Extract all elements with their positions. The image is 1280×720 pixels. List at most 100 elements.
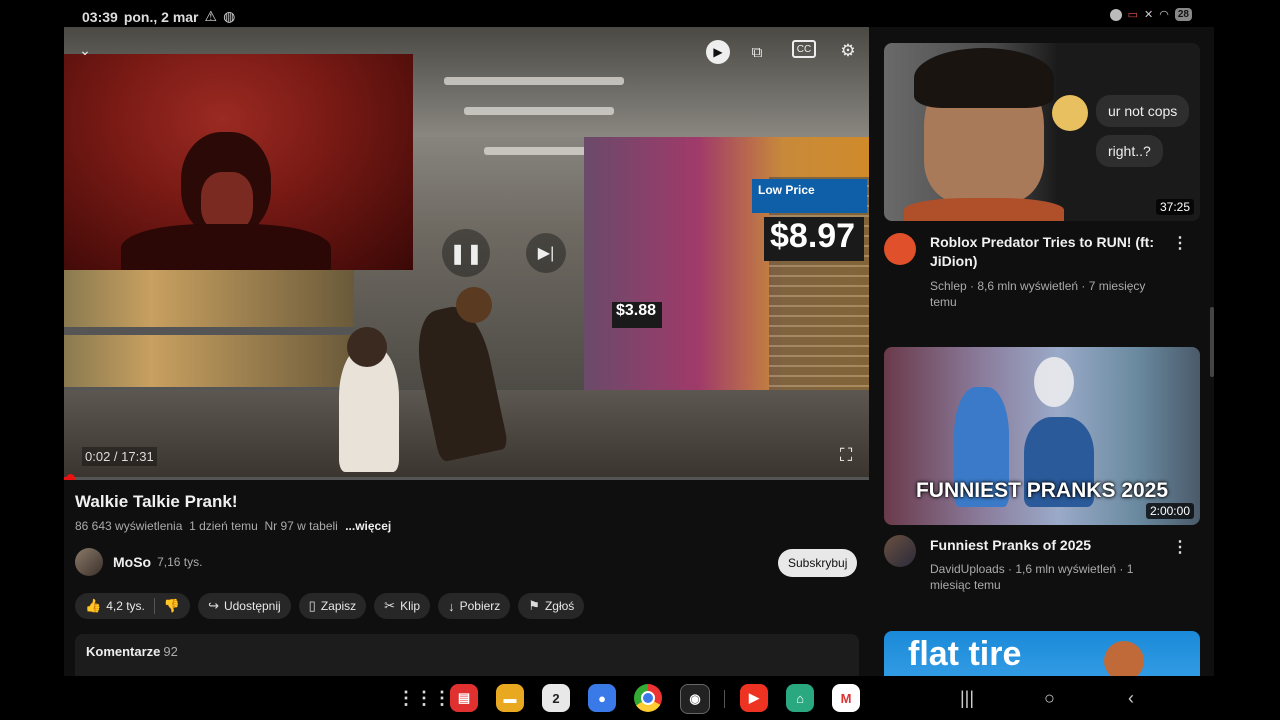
- thumb-shirt: [904, 198, 1064, 221]
- recommendation-card[interactable]: flat tire: [884, 631, 1200, 676]
- video-title: Walkie Talkie Prank!: [75, 492, 238, 511]
- channel-row[interactable]: MoSo 7,16 tys.: [75, 548, 202, 576]
- recommendation-card[interactable]: FUNNIEST PRANKS 2025 2:00:00 Funniest Pr…: [884, 347, 1200, 607]
- video-thumbnail[interactable]: flat tire: [884, 631, 1200, 676]
- download-button[interactable]: ↓ Pobierz: [438, 593, 511, 619]
- taskbar-divider: [724, 690, 725, 708]
- recents-icon[interactable]: |||: [960, 688, 974, 709]
- progress-bar[interactable]: [64, 477, 869, 480]
- notification-icon: ◍: [223, 8, 236, 24]
- video-thumbnail[interactable]: FUNNIEST PRANKS 2025 2:00:00: [884, 347, 1200, 525]
- channel-avatar[interactable]: [884, 233, 916, 265]
- share-label: Udostępnij: [223, 599, 281, 613]
- back-icon[interactable]: ‹: [1128, 688, 1134, 709]
- channel-avatar[interactable]: [884, 535, 916, 567]
- video-title[interactable]: Roblox Predator Tries to RUN! (ft: JiDio…: [930, 233, 1160, 271]
- video-meta: DavidUploads · 1,6 mln wyświetleń · 1 mi…: [930, 562, 1134, 592]
- ceiling-light: [444, 77, 624, 85]
- report-label: Zgłoś: [544, 599, 575, 613]
- like-dislike-button[interactable]: 👍 4,2 tys. 👎: [75, 593, 191, 619]
- video-duration: 37:25: [1155, 199, 1194, 215]
- divider: [153, 598, 155, 614]
- shelf-rail: [64, 327, 354, 335]
- thumb-cotton-candy: [1034, 357, 1074, 407]
- home-icon[interactable]: ○: [1044, 688, 1055, 709]
- trending-rank: Nr 97 w tabeli: [264, 519, 338, 533]
- thumbs-down-icon[interactable]: 👎: [164, 598, 180, 614]
- thumbs-up-icon[interactable]: 👍: [85, 598, 101, 614]
- thumb-person: [1104, 641, 1144, 676]
- video-meta: Schlep · 8,6 mln wyświetleń · 7 miesięcy…: [930, 279, 1146, 309]
- chat-bubble: ur not cops: [1096, 95, 1190, 127]
- settings-gear-icon[interactable]: ⚙: [836, 39, 860, 63]
- emoji-avatar-icon: [1052, 95, 1088, 131]
- gmail-app-icon[interactable]: M: [832, 684, 860, 712]
- warning-icon: ⚠: [204, 8, 218, 24]
- view-count: 86 643 wyświetlenia: [75, 519, 183, 533]
- chrome-app-icon[interactable]: [634, 684, 662, 712]
- action-bar: 👍 4,2 tys. 👎 ↪ Udostępnij ▯ Zapisz ✂ Kli…: [75, 593, 585, 619]
- video-meta[interactable]: 86 643 wyświetlenia 1 dzień temu Nr 97 w…: [75, 519, 391, 533]
- wifi-icon: ◠: [1159, 9, 1169, 21]
- report-button[interactable]: ⚑ Zgłoś: [518, 593, 585, 619]
- download-label: Pobierz: [459, 599, 501, 613]
- video-title[interactable]: Funniest Pranks of 2025: [930, 536, 1160, 555]
- recommendation-card[interactable]: ur not cops right..? 37:25 Roblox Predat…: [884, 43, 1200, 333]
- youtube-app: Low Price $8.97 $3.88 ⌄ ▶ ⧉ CC ⚙ ❚❚ ▶| 0…: [64, 27, 1214, 676]
- cam-body: [121, 224, 331, 270]
- save-button[interactable]: ▯ Zapisz: [298, 593, 367, 619]
- person-head: [456, 287, 492, 323]
- status-date: pon., 2 mar: [123, 8, 199, 25]
- clip-button[interactable]: ✂ Klip: [374, 593, 431, 619]
- notes-app-icon[interactable]: ▤: [450, 684, 478, 712]
- more-options-icon[interactable]: ⋮: [1172, 233, 1188, 253]
- price-header: Low Price: [752, 179, 867, 213]
- video-duration: 2:00:00: [1145, 503, 1194, 519]
- more-options-icon[interactable]: ⋮: [1172, 537, 1188, 557]
- calendar-day: 2: [552, 690, 560, 706]
- pause-icon[interactable]: ❚❚: [442, 229, 490, 277]
- cast-status-icon: ▭: [1127, 9, 1139, 21]
- upload-age: 1 dzień temu: [189, 519, 258, 533]
- store-app-icon[interactable]: ⌂: [786, 684, 814, 712]
- share-icon: ↪: [208, 598, 219, 613]
- clip-label: Klip: [400, 599, 421, 613]
- price-tag-large: $8.97: [764, 217, 864, 261]
- captions-icon[interactable]: CC: [792, 40, 816, 58]
- calendar-app-icon[interactable]: 2: [542, 684, 570, 712]
- video-thumbnail[interactable]: ur not cops right..? 37:25: [884, 43, 1200, 221]
- chat-bubble: right..?: [1096, 135, 1163, 167]
- scrollbar[interactable]: [1210, 307, 1214, 377]
- dnd-icon: [1109, 8, 1122, 21]
- bookmark-icon: ▯: [308, 598, 316, 613]
- comments-count: 92: [163, 644, 178, 659]
- share-button[interactable]: ↪ Udostępnij: [198, 593, 291, 619]
- fullscreen-icon[interactable]: ⛶: [834, 443, 858, 467]
- more-link[interactable]: ...więcej: [345, 519, 391, 533]
- autoplay-toggle-icon[interactable]: ▶: [706, 40, 730, 64]
- minimize-chevron-icon[interactable]: ⌄: [74, 39, 96, 61]
- next-video-icon[interactable]: ▶|: [526, 233, 566, 273]
- battery-icon: 28: [1174, 8, 1192, 21]
- ceiling-light: [464, 107, 614, 115]
- messages-app-icon[interactable]: ●: [588, 684, 616, 712]
- folder-app-icon[interactable]: ▬: [496, 684, 524, 712]
- progress-scrubber[interactable]: [66, 474, 75, 480]
- comments-panel[interactable]: Komentarze 92: [75, 634, 859, 676]
- channel-avatar[interactable]: [75, 548, 103, 576]
- apps-grid-icon[interactable]: ⋮⋮⋮: [397, 684, 451, 712]
- webcam-overlay: [64, 54, 413, 270]
- like-count: 4,2 tys.: [106, 599, 145, 613]
- taskbar: ⋮⋮⋮ ▤ ▬ 2 ● ◉ ▶ ⌂ M ||| ○ ‹: [64, 676, 1214, 720]
- channel-name[interactable]: MoSo: [113, 554, 151, 570]
- camera-app-icon[interactable]: ◉: [680, 684, 710, 714]
- video-player[interactable]: Low Price $8.97 $3.88 ⌄ ▶ ⧉ CC ⚙ ❚❚ ▶| 0…: [64, 27, 869, 480]
- price-tag-small: $3.88: [612, 302, 662, 328]
- youtube-app-icon[interactable]: ▶: [740, 684, 768, 712]
- thumbnail-text: FUNNIEST PRANKS 2025: [915, 479, 1169, 502]
- channel-subscribers: 7,16 tys.: [157, 555, 203, 569]
- cast-icon[interactable]: ⧉: [744, 39, 770, 65]
- comments-header: Komentarze 92: [86, 644, 178, 659]
- thumb-hair: [914, 48, 1054, 108]
- subscribe-button[interactable]: Subskrybuj: [778, 549, 858, 577]
